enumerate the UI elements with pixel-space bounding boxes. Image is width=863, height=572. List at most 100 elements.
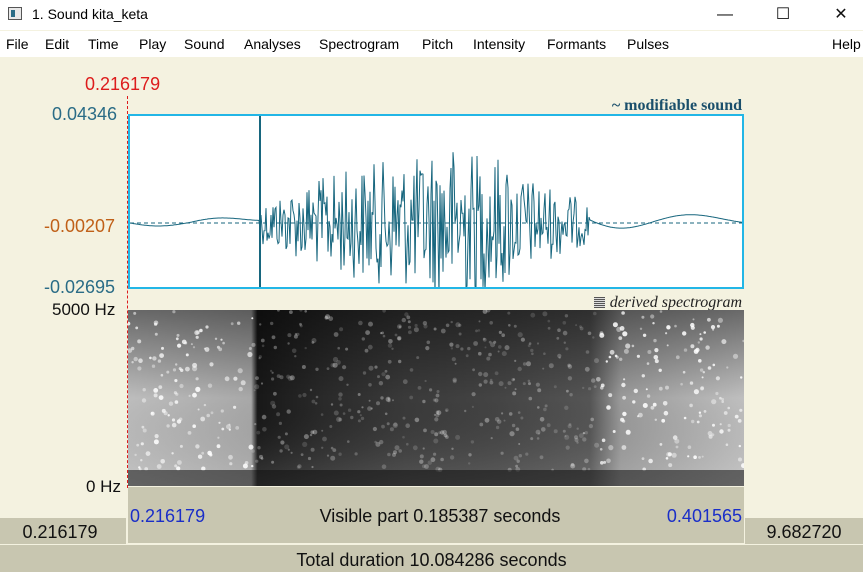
spectrogram-speck [172,310,176,314]
menu-intensity[interactable]: Intensity [473,36,525,52]
spectrogram-speck [429,388,433,392]
spectrogram-speck [304,346,307,350]
spectrogram-speck [278,421,282,425]
spectrogram-speck [671,452,677,458]
spectrogram-speck [393,422,398,427]
menu-pulses[interactable]: Pulses [627,36,669,52]
spectrogram-speck [434,432,439,437]
spectrogram-speck [422,447,425,450]
spectrogram-speck [642,403,648,408]
spectrogram-speck [142,428,147,433]
spectrogram-speck [311,399,316,404]
spectrogram-speck [574,435,578,440]
spectrogram-speck [702,371,705,374]
spectrogram-speck [608,445,614,451]
spectrogram-speck [530,312,536,318]
spectrogram-speck [449,455,455,460]
spectrogram-speck [330,403,334,406]
spectrogram-speck [214,337,218,340]
spectrogram-speck [385,396,391,402]
menu-time[interactable]: Time [88,36,119,52]
spectrogram-speck [520,416,524,420]
spectrogram-speck [171,452,174,455]
spectrogram-toggle-icon[interactable] [593,297,605,308]
spectrogram-speck [511,423,516,428]
spectrogram-speck [567,424,572,429]
spectrogram-speck [140,459,143,462]
spectrogram-speck [152,356,157,361]
spectrogram-speck [719,429,724,434]
spectrogram-speck [397,324,402,329]
spectrogram-speck [564,405,569,410]
spectrogram-speck [699,368,704,372]
spectrogram-speck [298,394,302,398]
spectrogram-speck [631,344,635,348]
close-icon[interactable]: ✕ [818,0,863,30]
menu-formants[interactable]: Formants [547,36,606,52]
spectrogram-speck [402,435,405,439]
spectrogram-speck [646,394,651,398]
spectrogram-speck [515,427,520,431]
spectrogram-speck [451,447,454,450]
menu-help[interactable]: Help [832,36,861,52]
minimize-icon[interactable]: — [702,0,748,30]
spectrogram-speck [647,350,652,354]
spectrogram-speck [612,322,618,328]
spectrogram-speck [387,343,393,348]
spectrogram-speck [493,340,497,344]
spectrogram-speck [528,342,532,345]
spectrogram-speck [370,407,373,410]
spectrogram-panel[interactable] [128,310,744,486]
spectrogram-speck [514,388,517,391]
spectrogram-speck [475,329,478,333]
menu-pitch[interactable]: Pitch [422,36,453,52]
spectrogram-speck [145,451,151,456]
menu-file[interactable]: File [6,36,29,52]
spectrogram-speck [175,337,179,341]
spectrogram-speck [477,329,481,332]
spectrogram-speck [689,403,693,408]
menu-sound[interactable]: Sound [184,36,224,52]
spectrogram-speck [435,393,440,398]
cursor-time-label: 0.216179 [85,74,161,94]
spectrogram-speck [599,448,603,451]
spectrogram-speck [721,400,724,403]
spectrogram-speck [374,365,378,369]
spectrogram-speck [322,436,327,442]
spectrogram-speck [739,408,743,412]
spectrogram-speck [601,438,606,443]
spectrogram-speck [734,414,739,419]
spectrogram-speck [503,419,506,422]
spectrogram-speck [526,361,531,367]
spectrogram-speck [138,358,143,363]
spectrogram-speck [539,417,545,422]
spectrogram-speck [528,396,533,401]
spectrogram-speck [478,351,482,356]
spectrogram-speck [507,311,511,315]
spectrogram-speck [536,342,540,345]
maximize-icon[interactable]: ☐ [760,0,806,30]
spectrogram-speck [433,327,437,331]
menu-analyses[interactable]: Analyses [244,36,301,52]
spectrogram-speck [419,459,424,464]
spectrogram-speck [364,348,369,353]
spectrogram-speck [321,429,324,432]
spectrogram-speck [470,440,475,444]
menu-edit[interactable]: Edit [45,36,69,52]
waveform-panel[interactable] [128,114,744,289]
spectrogram-speck [203,403,207,407]
spectrogram-speck [483,379,488,384]
menu-spectrogram[interactable]: Spectrogram [319,36,399,52]
spectrogram-speck [464,409,467,413]
spectrogram-speck [197,454,203,459]
spectrogram-speck [251,317,254,320]
spectrogram-speck [151,364,156,368]
spectrogram-speck [235,426,240,430]
spectrogram-speck [177,343,182,348]
spectrogram-speck [683,348,688,352]
spectrogram-speck [398,359,402,364]
spectrogram-speck [652,402,657,407]
spectrogram-speck [329,425,333,428]
spectrogram-speck [330,455,336,461]
menu-play[interactable]: Play [139,36,166,52]
